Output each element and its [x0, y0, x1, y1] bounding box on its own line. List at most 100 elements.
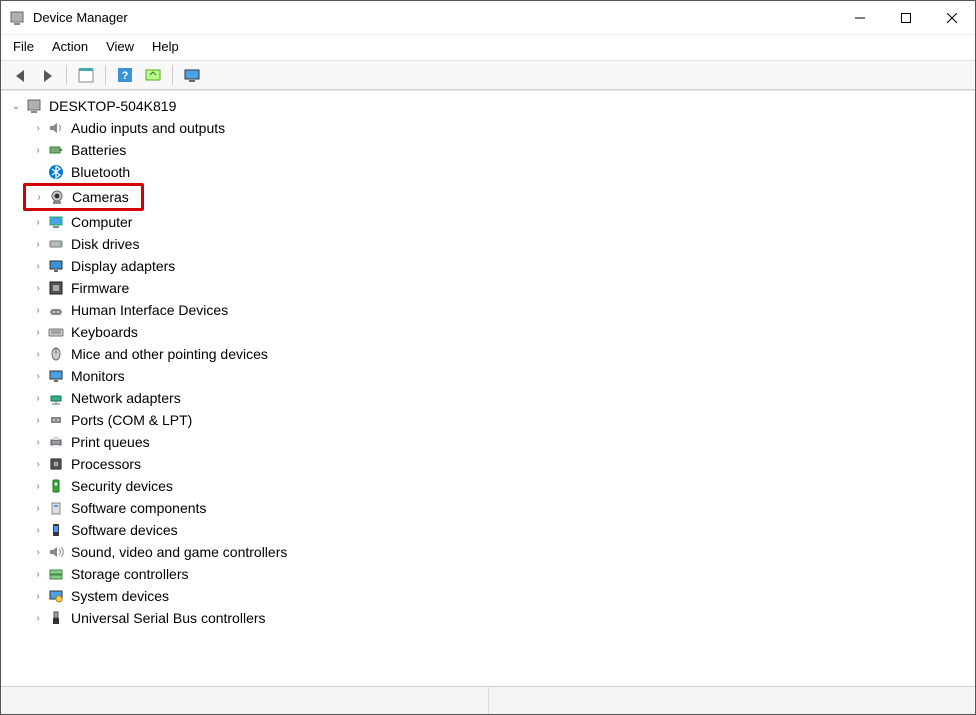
menu-view[interactable]: View	[106, 39, 134, 54]
toolbar-separator	[172, 65, 173, 85]
show-hidden-button[interactable]	[180, 63, 204, 87]
monitor-icon	[47, 367, 65, 385]
port-icon	[47, 411, 65, 429]
tree-item-label: Bluetooth	[71, 164, 130, 180]
expand-icon[interactable]: ›	[31, 569, 45, 580]
tree-item-label: Processors	[71, 456, 141, 472]
tree-item[interactable]: › Cameras	[26, 186, 129, 208]
tree-item[interactable]: ›Storage controllers	[25, 563, 973, 585]
properties-button[interactable]	[74, 63, 98, 87]
expand-icon[interactable]: ›	[31, 261, 45, 272]
toolbar-separator	[66, 65, 67, 85]
tree-item-label: Disk drives	[71, 236, 139, 252]
expand-icon[interactable]: ›	[31, 613, 45, 624]
display-icon	[47, 257, 65, 275]
security-icon	[47, 477, 65, 495]
window-title: Device Manager	[33, 10, 837, 25]
maximize-button[interactable]	[883, 2, 929, 34]
tree-item-label: Software devices	[71, 522, 178, 538]
expand-icon[interactable]: ›	[31, 481, 45, 492]
mouse-icon	[47, 345, 65, 363]
tree-item[interactable]: › Human Interface Devices	[25, 299, 973, 321]
expand-icon[interactable]: ›	[31, 591, 45, 602]
expand-icon[interactable]: ›	[31, 239, 45, 250]
tree-item[interactable]: › Keyboards	[25, 321, 973, 343]
back-button[interactable]	[7, 63, 31, 87]
scan-button[interactable]	[141, 63, 165, 87]
system-icon	[47, 587, 65, 605]
minimize-button[interactable]	[837, 2, 883, 34]
tree-item-label: Keyboards	[71, 324, 138, 340]
expand-icon[interactable]: ›	[31, 305, 45, 316]
tree-item-label: Human Interface Devices	[71, 302, 228, 318]
expand-icon[interactable]: ›	[31, 393, 45, 404]
tree-item-label: Computer	[71, 214, 132, 230]
tree-item[interactable]: › Firmware	[25, 277, 973, 299]
tree-item-label: Cameras	[72, 189, 129, 205]
menu-help[interactable]: Help	[152, 39, 179, 54]
forward-button[interactable]	[35, 63, 59, 87]
expand-icon[interactable]: ›	[31, 327, 45, 338]
menu-file[interactable]: File	[13, 39, 34, 54]
tree-item[interactable]: › Software components	[25, 497, 973, 519]
tree-item-label: Audio inputs and outputs	[71, 120, 225, 136]
expand-icon[interactable]: ›	[32, 192, 46, 203]
window-controls	[837, 2, 975, 34]
tree-item[interactable]: › Mice and other pointing devices	[25, 343, 973, 365]
usb-icon	[47, 609, 65, 627]
close-button[interactable]	[929, 2, 975, 34]
expand-icon[interactable]: ›	[31, 123, 45, 134]
expand-icon[interactable]: ›	[31, 437, 45, 448]
tree-item-label: Mice and other pointing devices	[71, 346, 268, 362]
disk-icon	[47, 235, 65, 253]
tree-item[interactable]: › Computer	[25, 211, 973, 233]
expand-icon[interactable]: ›	[31, 547, 45, 558]
expand-icon[interactable]: ›	[31, 371, 45, 382]
firmware-icon	[47, 279, 65, 297]
tree-item-label: Firmware	[71, 280, 129, 296]
expand-icon[interactable]: ›	[31, 503, 45, 514]
tree-item[interactable]: › Security devices	[25, 475, 973, 497]
tree-item[interactable]: › Processors	[25, 453, 973, 475]
menubar: File Action View Help	[1, 35, 975, 60]
tree-item[interactable]: › Batteries	[25, 139, 973, 161]
tree-item[interactable]: › System devices	[25, 585, 973, 607]
toolbar-separator	[105, 65, 106, 85]
tree-item[interactable]: ›Universal Serial Bus controllers	[25, 607, 973, 629]
expand-icon[interactable]: ›	[31, 349, 45, 360]
tree-item-label: Display adapters	[71, 258, 175, 274]
keyboard-icon	[47, 323, 65, 341]
network-icon	[47, 389, 65, 407]
tree-item[interactable]: › Disk drives	[25, 233, 973, 255]
expand-icon[interactable]: ›	[31, 217, 45, 228]
expand-icon[interactable]: ›	[31, 283, 45, 294]
bluetooth-icon	[47, 163, 65, 181]
tree-item[interactable]: ›Network adapters	[25, 387, 973, 409]
collapse-icon[interactable]: ⌄	[9, 101, 23, 112]
help-button[interactable]	[113, 63, 137, 87]
tree-root[interactable]: ⌄ DESKTOP-504K819	[3, 95, 973, 117]
tree-content[interactable]: ⌄ DESKTOP-504K819 › Audio inputs and outp…	[1, 90, 975, 686]
tree-item-label: Software components	[71, 500, 206, 516]
menu-action[interactable]: Action	[52, 39, 88, 54]
tree-item[interactable]: Bluetooth	[25, 161, 973, 183]
expand-icon[interactable]: ›	[31, 459, 45, 470]
expand-icon[interactable]: ›	[31, 415, 45, 426]
tree-item-label: Monitors	[71, 368, 125, 384]
speaker-icon	[47, 119, 65, 137]
tree-item[interactable]: ›Ports (COM & LPT)	[25, 409, 973, 431]
expand-icon[interactable]: ›	[31, 145, 45, 156]
tree-item-label: Security devices	[71, 478, 173, 494]
tree-item[interactable]: › Software devices	[25, 519, 973, 541]
tree-item[interactable]: › Audio inputs and outputs	[25, 117, 973, 139]
tree-item[interactable]: › Display adapters	[25, 255, 973, 277]
tree-item[interactable]: ›Print queues	[25, 431, 973, 453]
tree-item[interactable]: ›Sound, video and game controllers	[25, 541, 973, 563]
tree-item-label: Batteries	[71, 142, 126, 158]
tree-item-label: System devices	[71, 588, 169, 604]
titlebar: Device Manager	[1, 1, 975, 35]
tree-item[interactable]: › Monitors	[25, 365, 973, 387]
hid-icon	[47, 301, 65, 319]
expand-icon[interactable]: ›	[31, 525, 45, 536]
root-label: DESKTOP-504K819	[49, 98, 176, 114]
